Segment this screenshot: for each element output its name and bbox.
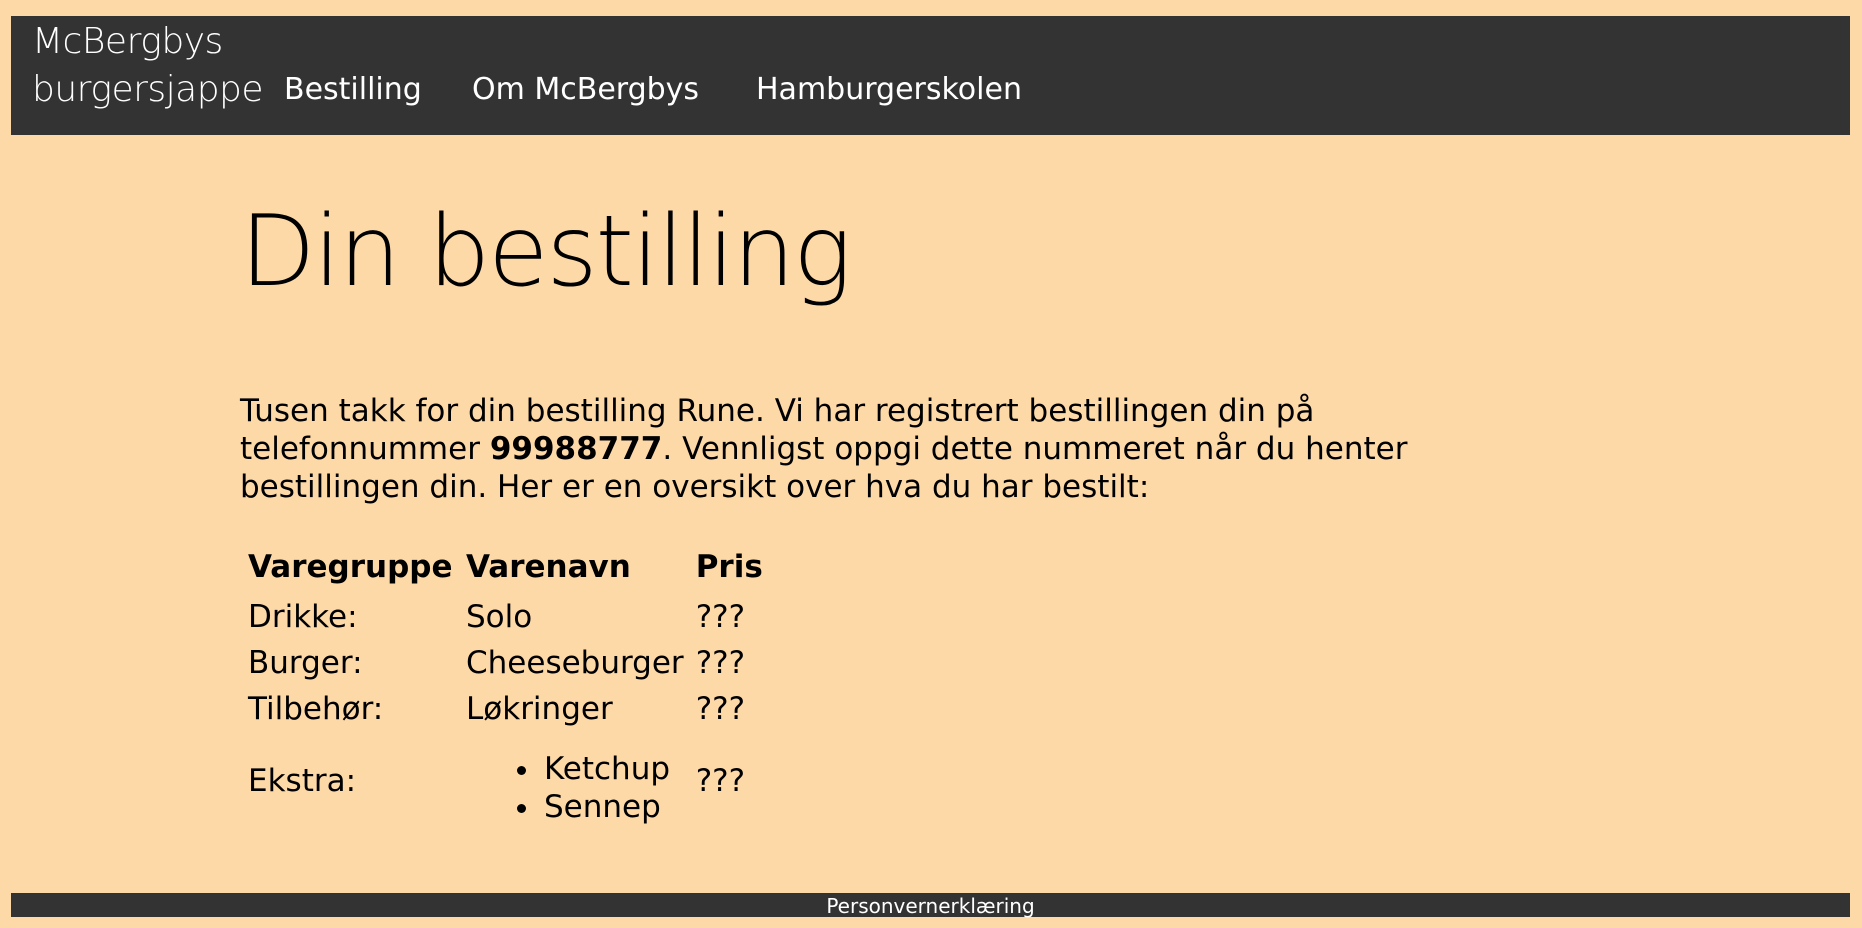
cell-price: ??? — [695, 763, 746, 799]
list-item: Ketchup — [542, 750, 684, 788]
cell-name: Solo — [466, 599, 533, 635]
privacy-policy-link[interactable]: Personvernerklæring — [826, 894, 1034, 918]
column-header-varegruppe: Varegruppe — [248, 549, 453, 585]
cell-name: Løkringer — [466, 691, 613, 727]
brand-logo-link[interactable]: McBergbys burgersjappe — [32, 18, 264, 114]
page-title: Din bestilling — [240, 195, 852, 309]
list-item: Sennep — [542, 788, 684, 826]
cell-group: Drikke: — [248, 599, 358, 635]
cell-price: ??? — [695, 645, 746, 681]
column-header-varenavn: Varenavn — [466, 549, 631, 585]
brand-line-2: burgersjappe — [32, 69, 264, 110]
confirmation-text: Tusen takk for din bestilling Rune. Vi h… — [240, 392, 1480, 506]
cell-name: Cheeseburger — [466, 645, 684, 681]
table-row: Drikke: Solo ??? — [242, 594, 769, 640]
nav-link-hamburgerskolen[interactable]: Hamburgerskolen — [756, 70, 1022, 110]
cell-group: Tilbehør: — [248, 691, 384, 727]
cell-group: Ekstra: — [248, 763, 357, 799]
table-row: Burger: Cheeseburger ??? — [242, 640, 769, 686]
column-header-pris: Pris — [695, 549, 763, 585]
order-table: Varegruppe Varenavn Pris Drikke: Solo ??… — [242, 540, 769, 830]
site-footer: Personvernerklæring — [11, 893, 1850, 918]
table-row: Tilbehør: Løkringer ??? — [242, 686, 769, 732]
site-header: McBergbys burgersjappe Bestilling Om McB… — [11, 16, 1850, 135]
brand-line-1: McBergbys — [32, 21, 223, 62]
cell-price: ??? — [695, 691, 746, 727]
extras-list: Ketchup Sennep — [466, 750, 684, 826]
nav-link-om-mcbergbys[interactable]: Om McBergbys — [472, 70, 699, 110]
table-header-row: Varegruppe Varenavn Pris — [242, 540, 769, 594]
table-row-extras: Ekstra: Ketchup Sennep ??? — [242, 732, 769, 830]
extras-list-cell: Ketchup Sennep — [460, 732, 690, 830]
nav-link-bestilling[interactable]: Bestilling — [284, 70, 422, 110]
phone-number: 99988777 — [489, 431, 663, 467]
cell-group: Burger: — [248, 645, 363, 681]
cell-price: ??? — [695, 599, 746, 635]
